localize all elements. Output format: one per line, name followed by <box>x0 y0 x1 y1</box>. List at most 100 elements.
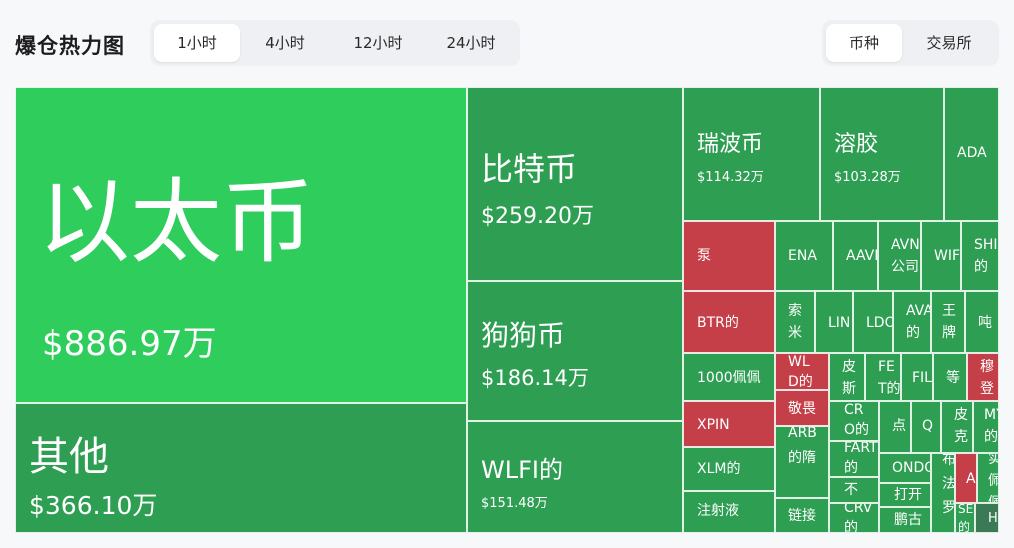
tile-name: AVN公司 <box>891 237 920 275</box>
tile-name: 布法罗 <box>942 453 955 516</box>
tile-name: 以太币 <box>38 169 315 276</box>
tile-name: LIN <box>828 315 851 331</box>
tile-name: 不 <box>844 482 858 498</box>
tile-aave[interactable]: AAVE <box>833 221 878 291</box>
tile-q[interactable]: Q <box>911 401 941 453</box>
tile-name: Q <box>922 418 934 434</box>
tile-name: ONDO <box>892 460 931 476</box>
tile-shib[interactable]: SHI的 <box>961 221 999 291</box>
tile-awe[interactable]: 敬畏 <box>775 390 829 426</box>
tile-wld[interactable]: WLD的 <box>775 353 829 390</box>
tile-ena[interactable]: ENA <box>775 221 833 291</box>
tile-pengu[interactable]: 鹏古 <box>879 507 931 533</box>
tile-btr[interactable]: BTR的 <box>683 291 775 353</box>
tile-my[interactable]: MY的 <box>973 401 999 453</box>
tile-pump[interactable]: 泵 <box>683 221 775 291</box>
tile-wif[interactable]: WIF <box>921 221 961 291</box>
tile-dot[interactable]: 点 <box>879 401 911 453</box>
tile-name: MY的 <box>984 407 998 445</box>
tile-name: FART的 <box>844 441 878 476</box>
tile-name: CRV的 <box>844 503 873 533</box>
tile-name: ADA <box>957 145 987 161</box>
tile-ondo[interactable]: ONDO <box>879 453 931 483</box>
tile-avnt[interactable]: AVN公司 <box>878 221 921 291</box>
tile-link[interactable]: 链接 <box>775 498 829 533</box>
tile-crv[interactable]: CRV的 <box>829 503 879 533</box>
tile-name: SEI的 <box>958 503 975 533</box>
tile-name: 皮斯 <box>842 359 856 397</box>
tile-name: 皮克 <box>954 407 968 445</box>
tile-value: $186.14万 <box>481 366 589 390</box>
tile-inj[interactable]: 注射液 <box>683 491 775 533</box>
tab-4-hours[interactable]: 4小时 <box>240 24 330 62</box>
tile-name: 吨 <box>978 315 992 331</box>
tile-name: WLFI的 <box>481 456 563 484</box>
tile-shi-pepe[interactable]: 实佩佩 <box>977 453 999 503</box>
tile-fet[interactable]: FET的 <box>865 353 901 401</box>
tab-by-coin[interactable]: 币种 <box>826 24 902 62</box>
tile-fart[interactable]: FART的 <box>829 441 879 477</box>
tile-arb[interactable]: ARB的隋 <box>775 426 829 498</box>
tile-name: WIF <box>934 248 961 264</box>
tile-a[interactable]: A <box>955 453 977 503</box>
tile-name: A <box>966 471 976 487</box>
tile-name: 泵 <box>697 248 711 264</box>
tile-name: FIL <box>912 370 932 386</box>
tile-wlfi[interactable]: WLFI的 $151.48万 <box>467 421 683 533</box>
tile-open[interactable]: 打开 <box>879 483 931 507</box>
tile-name: 实佩佩 <box>988 454 998 502</box>
view-mode-tabs: 币种 交易所 <box>822 20 999 66</box>
tile-sei[interactable]: SEI的 <box>955 503 975 533</box>
tile-bu[interactable]: 不 <box>829 477 879 503</box>
tile-hbar[interactable]: HBA <box>975 503 999 533</box>
tile-name: 鹏古 <box>894 512 922 528</box>
tile-name: 等 <box>946 370 960 386</box>
tile-1000pepe[interactable]: 1000佩佩 <box>683 353 775 401</box>
tile-doge[interactable]: 狗狗币 $186.14万 <box>467 281 683 421</box>
tab-12-hours[interactable]: 12小时 <box>330 24 426 62</box>
tile-name: SHI的 <box>974 237 998 275</box>
tile-fil[interactable]: FIL <box>901 353 933 401</box>
tile-name: 其他 <box>29 434 109 480</box>
tile-name: 链接 <box>788 508 816 524</box>
tile-ton[interactable]: 吨 <box>965 291 999 353</box>
tile-name: 打开 <box>894 487 922 503</box>
tile-name: BTR的 <box>697 315 739 331</box>
tile-name: XLM的 <box>697 461 741 477</box>
tile-name: LDO <box>866 315 893 331</box>
tile-ace[interactable]: 王牌 <box>931 291 965 353</box>
page-header: 爆仓热力图 1小时 4小时 12小时 24小时 币种 交易所 <box>0 0 1014 86</box>
tile-ada[interactable]: ADA <box>944 87 999 221</box>
tile-cro[interactable]: CRO的 <box>829 401 879 441</box>
tile-other[interactable]: 其他 $366.10万 <box>15 403 467 533</box>
tile-value: $103.28万 <box>834 170 901 185</box>
tab-24-hours[interactable]: 24小时 <box>426 24 516 62</box>
tile-xrp[interactable]: 瑞波币 $114.32万 <box>683 87 820 221</box>
tab-1-hour[interactable]: 1小时 <box>154 24 240 62</box>
tile-eq[interactable]: 等 <box>933 353 967 401</box>
tile-btc[interactable]: 比特币 $259.20万 <box>467 87 683 281</box>
tile-name: WLD的 <box>788 354 813 390</box>
tile-eth[interactable]: 以太币 $886.97万 <box>15 87 467 403</box>
tile-buffalo[interactable]: 布法罗 <box>931 453 955 533</box>
tile-name: ARB的隋 <box>788 426 817 466</box>
tile-sol[interactable]: 溶胶 $103.28万 <box>820 87 944 221</box>
tile-name: CRO的 <box>844 402 870 438</box>
tile-value: $259.20万 <box>481 204 594 229</box>
tile-name: 狗狗币 <box>481 319 566 352</box>
tile-name: ENA <box>788 248 817 264</box>
tile-value: $151.48万 <box>481 496 548 511</box>
tile-name: 比特币 <box>481 150 578 188</box>
tile-value: $366.10万 <box>29 491 158 520</box>
page-title: 爆仓热力图 <box>15 34 125 58</box>
tile-somi[interactable]: 索米 <box>775 291 815 353</box>
tile-pico[interactable]: 皮克 <box>941 401 973 453</box>
tile-ldo[interactable]: LDO <box>853 291 893 353</box>
tile-mudeng[interactable]: 穆登 <box>967 353 999 401</box>
tile-ava[interactable]: AVA的 <box>893 291 931 353</box>
tab-by-exchange[interactable]: 交易所 <box>902 24 996 62</box>
tile-link-short[interactable]: LIN <box>815 291 853 353</box>
tile-xlm[interactable]: XLM的 <box>683 447 775 491</box>
tile-pis[interactable]: 皮斯 <box>829 353 865 401</box>
tile-xpin[interactable]: XPIN <box>683 401 775 447</box>
